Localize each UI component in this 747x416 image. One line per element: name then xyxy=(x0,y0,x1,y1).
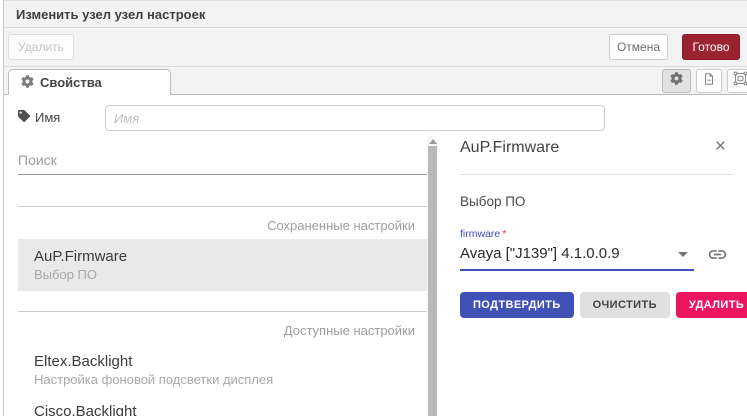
name-field-label: Имя xyxy=(35,110,60,125)
tab-properties[interactable]: Свойства xyxy=(8,69,171,95)
dialog-title: Изменить узел узел настроек xyxy=(16,7,205,22)
detail-header: AuP.Firmware × xyxy=(460,129,734,157)
editor-tabbar: Свойства xyxy=(4,67,747,95)
list-item-cisco-backlight[interactable]: Cisco.Backlight xyxy=(18,396,427,416)
cancel-button[interactable]: Отмена xyxy=(609,34,668,60)
appearance-frame-icon xyxy=(733,71,747,91)
name-field-row: Имя xyxy=(18,110,60,125)
list-item-aup-firmware[interactable]: AuP.Firmware Выбор ПО xyxy=(18,239,427,291)
confirm-button[interactable]: ПОДТВЕРДИТЬ xyxy=(460,292,574,318)
required-marker: * xyxy=(502,228,506,240)
name-input[interactable] xyxy=(105,105,605,131)
list-item-subtitle: Выбор ПО xyxy=(34,266,411,283)
section-header-saved: Сохраненные настройки xyxy=(18,218,427,233)
list-item-eltex-backlight[interactable]: Eltex.Backlight Настройка фоновой подсве… xyxy=(18,344,427,396)
firmware-label-text: firmware xyxy=(460,228,500,240)
list-item-title: Cisco.Backlight xyxy=(34,402,411,416)
document-icon xyxy=(702,72,716,91)
tag-icon xyxy=(18,110,30,125)
appearance-tab-button[interactable] xyxy=(727,69,747,93)
dialog-content: Имя Сохраненные настройки AuP.Firmware В… xyxy=(4,95,747,416)
firmware-select[interactable]: Avaya ["J139"] 4.1.0.0.9 xyxy=(460,243,694,271)
close-icon[interactable]: × xyxy=(715,139,726,155)
list-divider xyxy=(18,206,427,207)
delete-config-button[interactable]: УДАЛИТЬ xyxy=(676,292,747,318)
scrollbar-thumb[interactable] xyxy=(428,146,437,416)
done-button[interactable]: Готово xyxy=(682,34,740,60)
dialog-main: Изменить узел узел настроек Удалить Отме… xyxy=(3,0,747,416)
detail-divider xyxy=(460,174,734,175)
chevron-down-icon xyxy=(678,252,688,257)
detail-panel: AuP.Firmware × Выбор ПО firmware* Avaya … xyxy=(455,129,747,416)
firmware-select-value: Avaya ["J139"] 4.1.0.0.9 xyxy=(460,245,620,262)
delete-node-button[interactable]: Удалить xyxy=(8,34,74,60)
link-icon[interactable] xyxy=(707,244,728,268)
list-item-subtitle: Настройка фоновой подсветки дисплея xyxy=(34,371,411,388)
description-tab-button[interactable] xyxy=(696,69,722,93)
scroll-up-arrow-icon[interactable] xyxy=(428,137,437,145)
list-item-title: Eltex.Backlight xyxy=(34,352,411,371)
dialog-titlebar: Изменить узел узел настроек xyxy=(4,0,747,28)
properties-tab-button[interactable] xyxy=(662,69,691,93)
edit-config-node-dialog: Изменить узел узел настроек Удалить Отме… xyxy=(0,0,747,416)
list-divider xyxy=(18,311,427,312)
search-input[interactable] xyxy=(18,147,427,175)
firmware-field-label: firmware* xyxy=(460,228,734,240)
list-item-title: AuP.Firmware xyxy=(34,247,411,266)
detail-description: Выбор ПО xyxy=(460,194,734,209)
tab-properties-label: Свойства xyxy=(40,75,102,90)
gear-icon xyxy=(670,72,683,90)
list-scrollbar[interactable] xyxy=(427,135,438,416)
tab-icon-buttons xyxy=(662,69,747,93)
detail-buttons-row: ПОДТВЕРДИТЬ ОЧИСТИТЬ УДАЛИТЬ xyxy=(460,292,734,318)
dialog-toolbar: Удалить Отмена Готово xyxy=(4,28,747,67)
firmware-select-row: Avaya ["J139"] 4.1.0.0.9 xyxy=(460,243,734,271)
clear-button[interactable]: ОЧИСТИТЬ xyxy=(580,292,670,318)
gear-icon xyxy=(21,75,34,91)
detail-title: AuP.Firmware xyxy=(460,139,559,157)
config-list-panel: Сохраненные настройки AuP.Firmware Выбор… xyxy=(18,147,427,416)
section-header-available: Доступные настройки xyxy=(18,323,427,338)
